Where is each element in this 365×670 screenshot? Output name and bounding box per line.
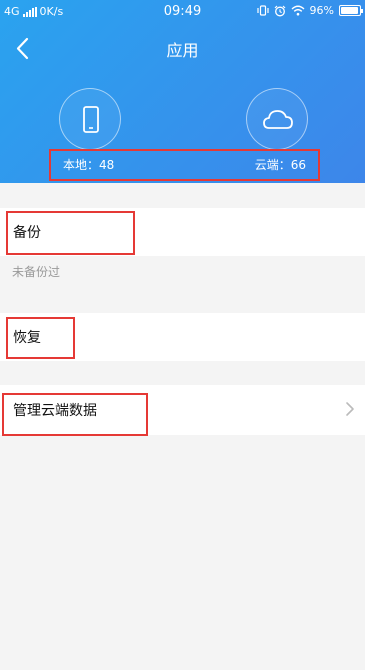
- vibrate-icon: [256, 5, 269, 16]
- backup-status: 未备份过: [12, 265, 61, 279]
- alarm-icon: [274, 5, 285, 16]
- phone-icon: [83, 106, 99, 133]
- status-right: 96%: [256, 4, 363, 17]
- battery-fill: [341, 7, 359, 14]
- cloud-count: 云端：66: [254, 158, 306, 172]
- counts-highlight-box: 本地：48 云端：66: [49, 149, 320, 181]
- status-bar: 4G 0K/s 09:49 96%: [0, 0, 365, 24]
- manage-highlight-box: [2, 393, 148, 436]
- local-count: 本地：48: [63, 158, 115, 172]
- restore-highlight-box: [6, 317, 75, 359]
- battery-icon: [339, 5, 363, 16]
- app-header: 4G 0K/s 09:49 96% 应用 本地：48 云端：66: [0, 0, 365, 183]
- backup-highlight-box: [6, 211, 135, 255]
- wifi-icon: [291, 5, 305, 16]
- page-title: 应用: [166, 41, 199, 60]
- battery-percent: 96%: [309, 4, 334, 17]
- cloud-icon: [263, 110, 293, 129]
- cloud-button[interactable]: [246, 88, 308, 150]
- local-device-button[interactable]: [59, 88, 121, 150]
- chevron-right-icon: [346, 402, 354, 416]
